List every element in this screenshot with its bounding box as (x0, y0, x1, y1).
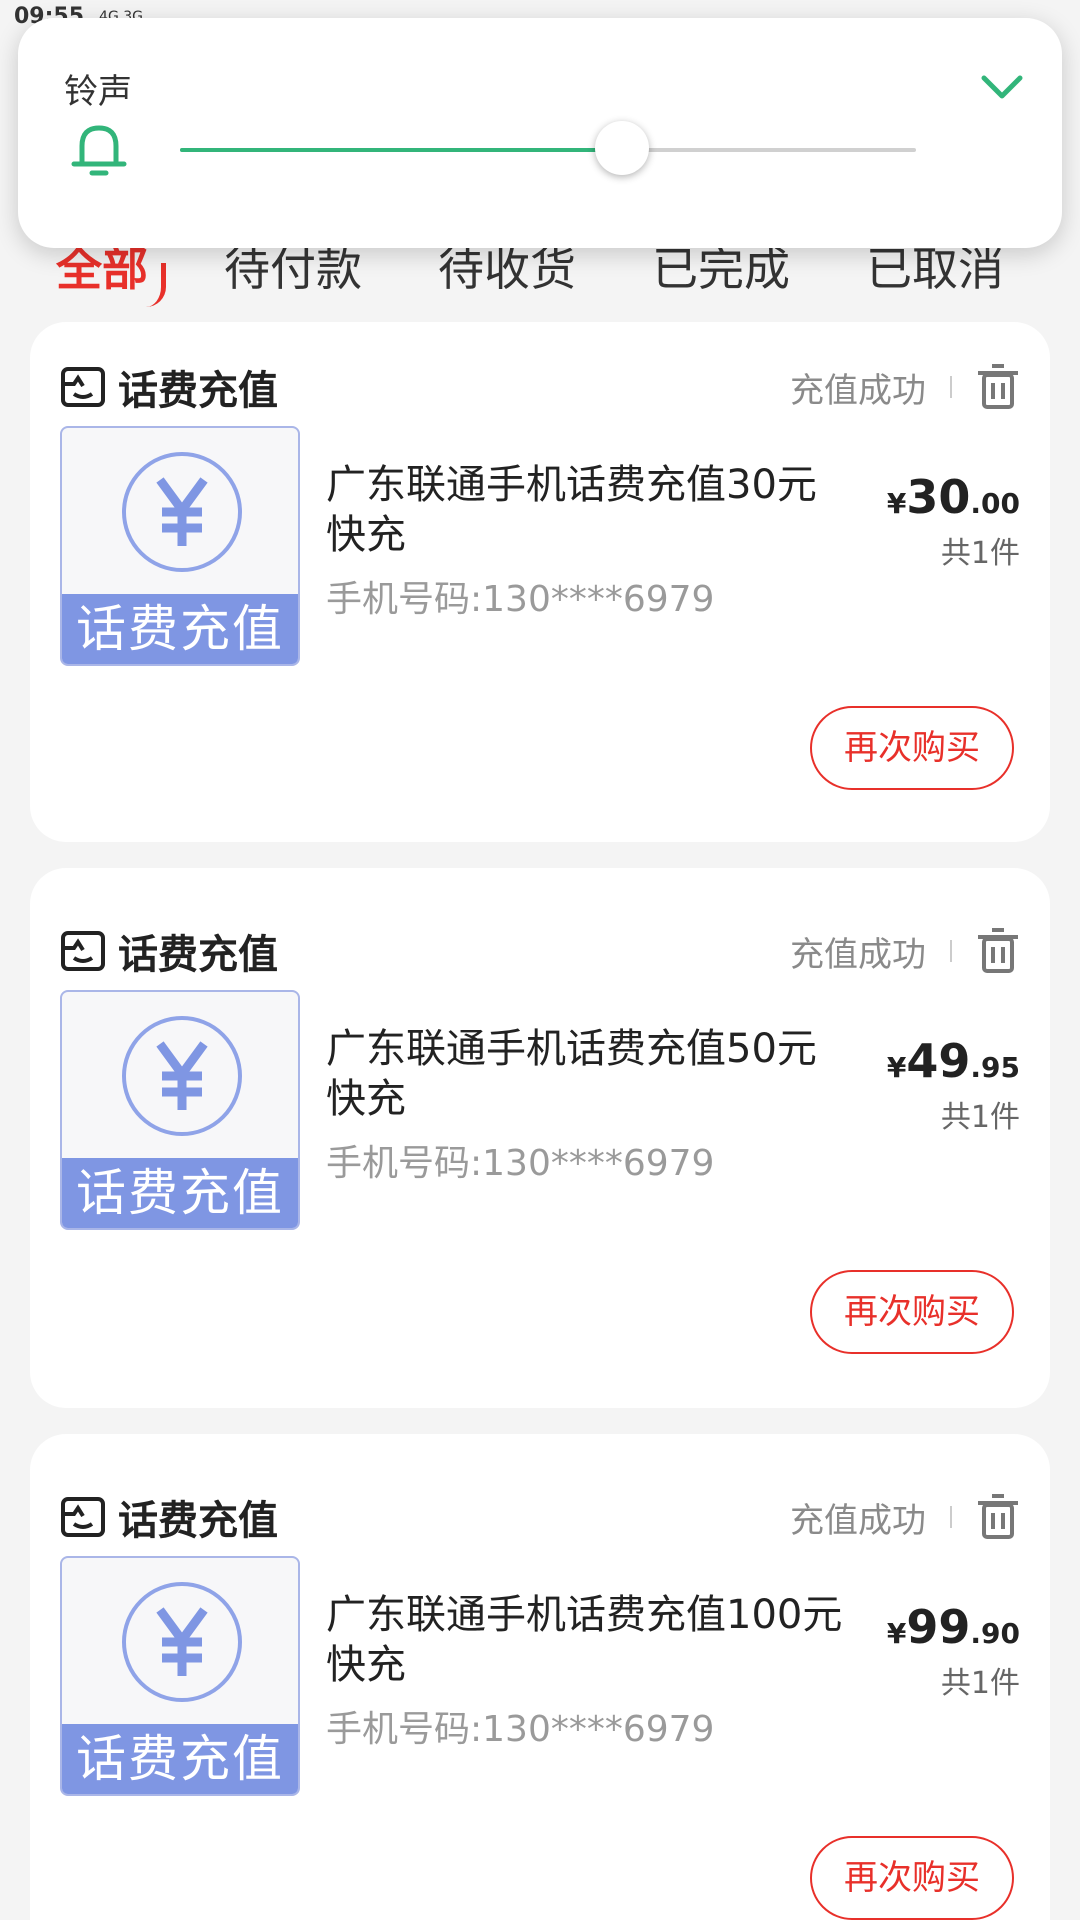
tab-label: 已完成 (652, 242, 790, 296)
trash-icon[interactable] (976, 927, 1020, 975)
buy-again-button[interactable]: 再次购买 (810, 1836, 1014, 1920)
order-category: 话费充值 (118, 368, 278, 414)
product-thumbnail[interactable]: 话费充值 (60, 426, 300, 666)
product-thumbnail[interactable]: 话费充值 (60, 1556, 300, 1796)
yuan-coin-icon (122, 1582, 242, 1702)
divider (950, 1506, 952, 1528)
thumbnail-label: 话费充值 (62, 594, 298, 664)
item-count: 共1件 (940, 1100, 1020, 1135)
order-status: 充值成功 (790, 370, 926, 411)
tab-label: 已取消 (866, 242, 1004, 296)
tab-label: 全部 (56, 242, 148, 296)
divider (950, 376, 952, 398)
order-header: 话费充值 (60, 1490, 278, 1544)
item-count: 共1件 (940, 1666, 1020, 1701)
chevron-down-icon[interactable] (980, 74, 1024, 100)
order-card[interactable]: 话费充值 充值成功 话费充值 广东联通手机话费充值100元 快充 手机号码:13… (30, 1434, 1050, 1920)
order-card[interactable]: 话费充值 充值成功 话费充值 广东联通手机话费充值30元快充 手机号码:130*… (30, 322, 1050, 842)
order-price: ¥99.90 (887, 1600, 1020, 1654)
volume-label: 铃声 (64, 72, 132, 112)
buy-again-button[interactable]: 再次购买 (810, 706, 1014, 790)
trash-icon[interactable] (976, 1493, 1020, 1541)
active-tab-indicator (146, 263, 166, 307)
buy-again-button[interactable]: 再次购买 (810, 1270, 1014, 1354)
divider (950, 940, 952, 962)
tab-label: 待收货 (438, 242, 576, 296)
order-header: 话费充值 (60, 360, 278, 414)
shop-icon (61, 931, 105, 971)
price-decimal: .90 (970, 1617, 1020, 1650)
order-status-area: 充值成功 (790, 924, 1020, 978)
thumbnail-label: 话费充值 (62, 1158, 298, 1228)
order-category: 话费充值 (118, 932, 278, 978)
volume-slider-fill (180, 148, 622, 152)
order-status: 充值成功 (790, 934, 926, 975)
thumbnail-label: 话费充值 (62, 1724, 298, 1794)
product-name[interactable]: 广东联通手机话费充值30元快充 (326, 460, 856, 560)
yuan-coin-icon (122, 1016, 242, 1136)
order-status-area: 充值成功 (790, 360, 1020, 414)
order-category: 话费充值 (118, 1498, 278, 1544)
order-price: ¥30.00 (887, 470, 1020, 524)
price-integer: 99 (906, 1600, 971, 1654)
order-status: 充值成功 (790, 1500, 926, 1541)
shop-icon (61, 1497, 105, 1537)
currency-symbol: ¥ (886, 1617, 907, 1650)
price-decimal: .00 (970, 487, 1020, 520)
bell-icon (71, 125, 127, 176)
currency-symbol: ¥ (886, 1051, 907, 1084)
order-list-screen: 09:55 4G 3G 全部 待付款 待收货 已完成 已取消 话费充值 充值成功… (0, 0, 1080, 1920)
volume-slider-thumb[interactable] (594, 121, 649, 175)
ringtone-volume-panel: 铃声 (18, 18, 1062, 248)
shop-icon (61, 367, 105, 407)
phone-number: 手机号码:130****6979 (326, 579, 715, 620)
order-status-area: 充值成功 (790, 1490, 1020, 1544)
price-decimal: .95 (970, 1051, 1020, 1084)
trash-icon[interactable] (976, 363, 1020, 411)
product-thumbnail[interactable]: 话费充值 (60, 990, 300, 1230)
phone-number: 手机号码:130****6979 (326, 1143, 715, 1184)
price-integer: 30 (906, 470, 971, 524)
order-header: 话费充值 (60, 924, 278, 978)
phone-number: 手机号码:130****6979 (326, 1709, 715, 1750)
volume-slider[interactable] (180, 121, 916, 175)
currency-symbol: ¥ (886, 487, 907, 520)
price-integer: 49 (906, 1034, 971, 1088)
yuan-coin-icon (122, 452, 242, 572)
product-name[interactable]: 广东联通手机话费充值100元 快充 (326, 1590, 856, 1690)
order-card[interactable]: 话费充值 充值成功 话费充值 广东联通手机话费充值50元快充 手机号码:130*… (30, 868, 1050, 1408)
tab-label: 待付款 (224, 242, 362, 296)
order-price: ¥49.95 (887, 1034, 1020, 1088)
product-name[interactable]: 广东联通手机话费充值50元快充 (326, 1024, 856, 1124)
item-count: 共1件 (940, 536, 1020, 571)
